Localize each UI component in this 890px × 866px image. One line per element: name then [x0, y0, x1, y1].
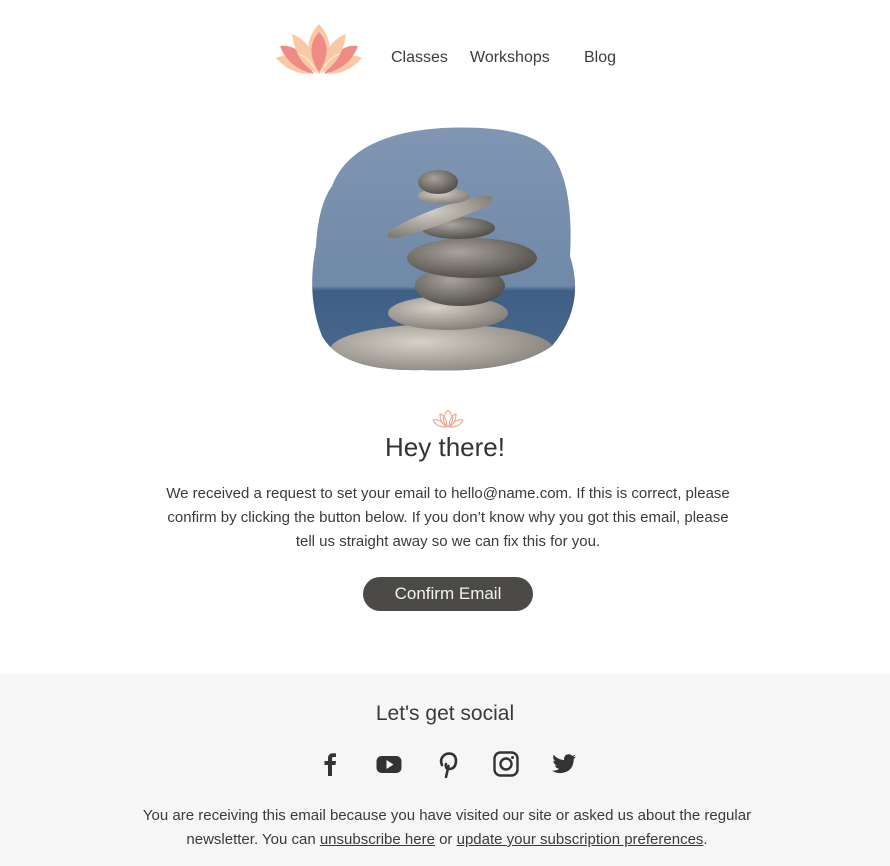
- facebook-icon[interactable]: [316, 750, 344, 778]
- unsubscribe-link[interactable]: unsubscribe here: [320, 831, 435, 848]
- pinterest-icon[interactable]: [433, 750, 461, 779]
- confirm-email-button[interactable]: Confirm Email: [363, 577, 533, 611]
- nav-blog[interactable]: Blog: [584, 49, 616, 67]
- footer-text-suffix: .: [703, 831, 708, 848]
- youtube-icon[interactable]: [375, 750, 403, 778]
- nav-workshops[interactable]: Workshops: [470, 49, 550, 67]
- nav-classes[interactable]: Classes: [391, 49, 448, 67]
- stacked-stones-photo: [312, 127, 576, 371]
- footer: Let's get social You are receiving this …: [0, 674, 890, 866]
- lotus-logo[interactable]: [274, 22, 364, 76]
- footer-text-middle: or: [434, 831, 457, 848]
- confirmation-message: We received a request to set your email …: [166, 485, 730, 550]
- twitter-icon[interactable]: [550, 750, 578, 778]
- page-title: Hey there!: [385, 432, 505, 462]
- social-title: Let's get social: [375, 702, 515, 725]
- subscription-preferences-link[interactable]: update your subscription preferences: [457, 831, 704, 848]
- instagram-icon[interactable]: [492, 750, 520, 778]
- footer-notice: You are receiving this email because you…: [120, 804, 774, 852]
- header: Classes Workshops Blog: [0, 22, 890, 78]
- lotus-icon: [432, 409, 464, 428]
